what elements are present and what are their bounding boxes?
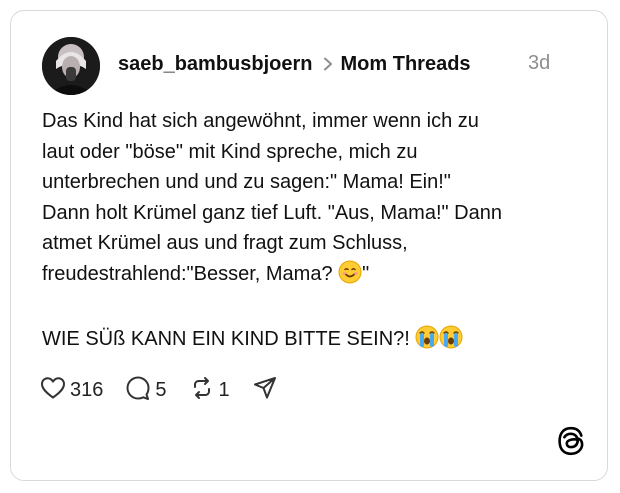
repost-button[interactable]: 1 [189, 375, 230, 406]
closing-line: WIE SÜß KANN EIN KIND BITTE SEIN?! [42, 324, 582, 359]
post-header: saeb_bambusbjoern Mom Threads [118, 50, 471, 78]
body-line: laut oder "böse" mit Kind spreche, mich … [42, 140, 418, 163]
post-body: Das Kind hat sich angewöhnt, immer wenn … [42, 106, 582, 358]
post-timestamp: 3d [528, 52, 551, 74]
comment-icon [125, 375, 151, 406]
body-line-emoji: freudestrahlend:"Besser, Mama? " [42, 259, 582, 294]
like-button[interactable]: 316 [40, 376, 103, 405]
heart-icon [40, 376, 66, 405]
like-count: 316 [70, 378, 104, 401]
community-link[interactable]: Mom Threads [341, 53, 471, 76]
repost-icon [189, 375, 215, 406]
body-line: freudestrahlend:"Besser, Mama? [42, 262, 339, 285]
body-line: " [362, 262, 370, 285]
crying-face-emoji-icon [439, 325, 463, 359]
reply-count: 5 [155, 378, 167, 401]
avatar-image [42, 37, 100, 95]
reply-button[interactable]: 5 [125, 375, 167, 406]
threads-logo-icon [557, 426, 585, 456]
body-line: atmet Krümel aus und fragt zum Schluss, [42, 232, 408, 254]
avatar[interactable] [42, 37, 100, 95]
username-link[interactable]: saeb_bambusbjoern [118, 53, 313, 76]
share-button[interactable] [252, 375, 278, 406]
body-line: unterbrechen und und zu sagen:" Mama! Ei… [42, 171, 451, 193]
body-line: Dann holt Krümel ganz tief Luft. "Aus, M… [42, 201, 502, 224]
send-icon [252, 375, 278, 406]
chevron-right-icon [323, 57, 333, 71]
crying-face-emoji-icon [415, 325, 439, 359]
smiling-face-emoji-icon [338, 260, 362, 294]
body-line: Das Kind hat sich angewöhnt, immer wenn … [42, 110, 479, 132]
closing-text: WIE SÜß KANN EIN KIND BITTE SEIN?! [42, 327, 416, 350]
action-bar: 316 5 1 [40, 374, 300, 406]
repost-count: 1 [218, 378, 230, 401]
